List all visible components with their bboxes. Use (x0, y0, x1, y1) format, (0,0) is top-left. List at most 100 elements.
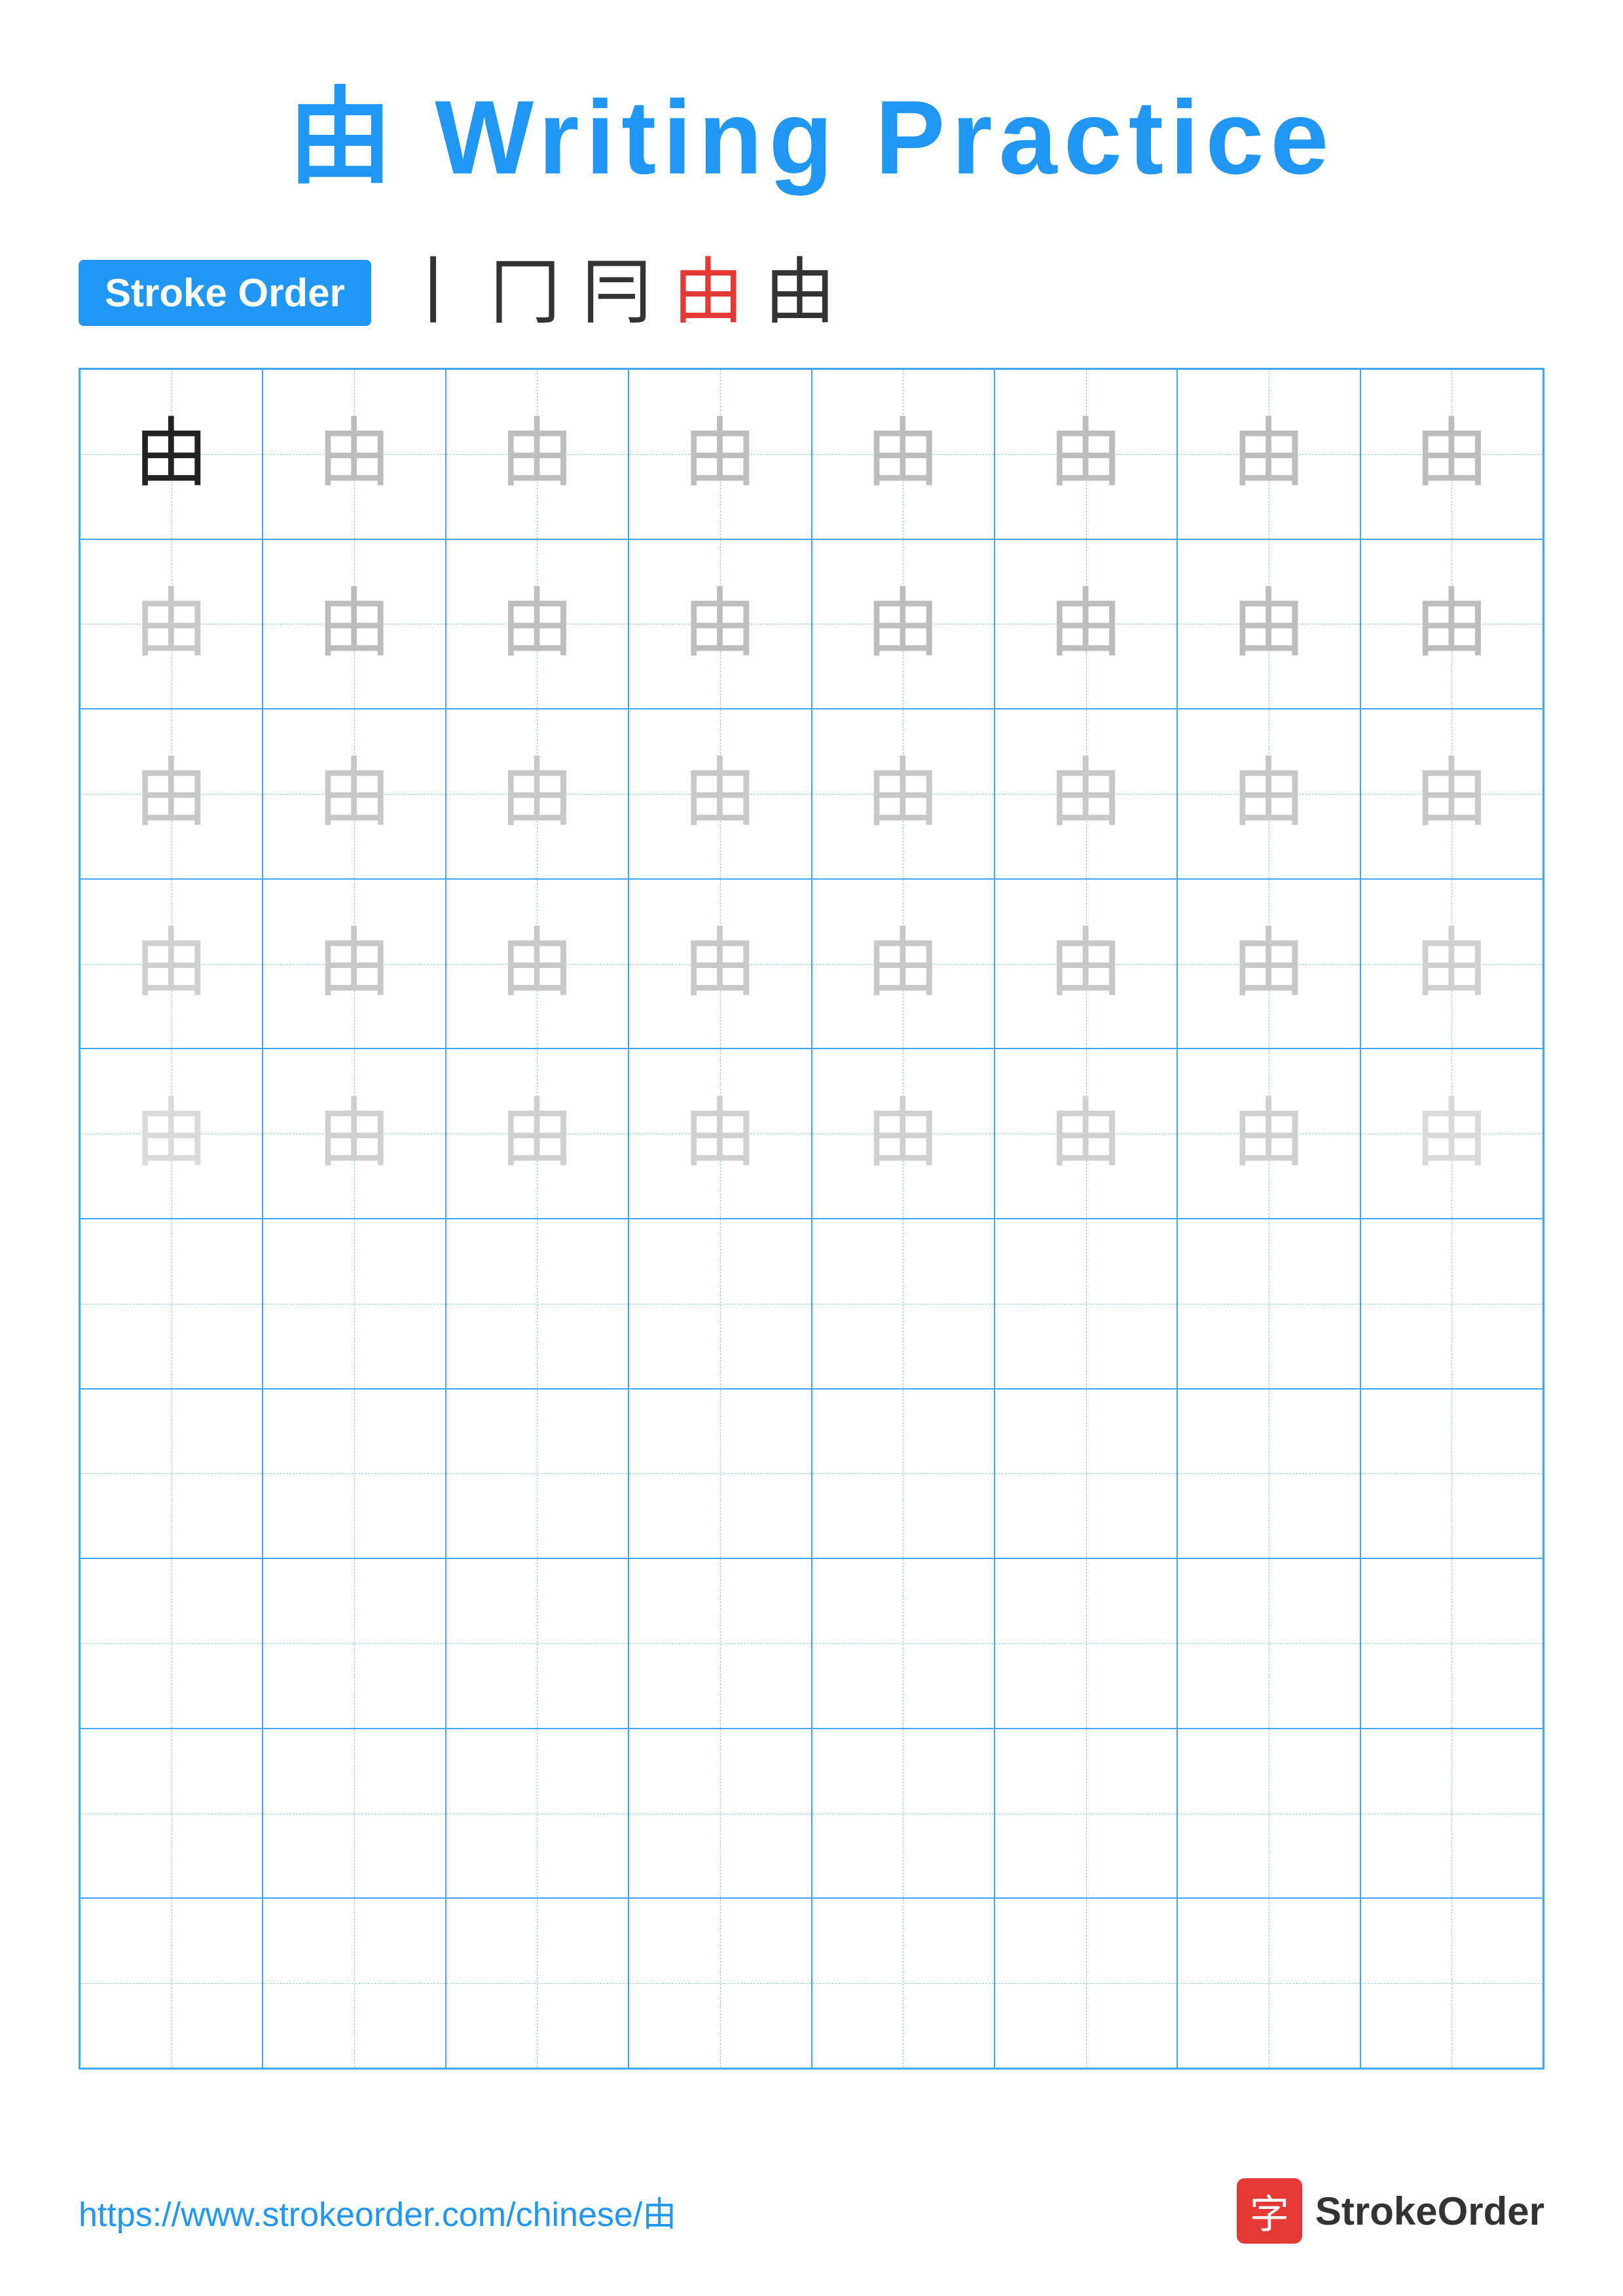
grid-cell-5-2[interactable] (446, 1219, 629, 1389)
grid-cell-1-6[interactable]: 由 (1177, 539, 1360, 709)
grid-cell-8-0[interactable] (80, 1729, 263, 1899)
stroke-2: 冂 (489, 257, 561, 329)
grid-cell-9-2[interactable] (446, 1898, 629, 2068)
grid-cell-8-1[interactable] (263, 1729, 445, 1899)
grid-cell-5-6[interactable] (1177, 1219, 1360, 1389)
grid-cell-2-7[interactable]: 由 (1360, 709, 1543, 879)
grid-cell-2-2[interactable]: 由 (446, 709, 629, 879)
grid-cell-9-5[interactable] (994, 1898, 1177, 2068)
grid-cell-7-6[interactable] (1177, 1558, 1360, 1729)
grid-cell-4-4[interactable]: 由 (812, 1049, 994, 1219)
grid-cell-6-5[interactable] (994, 1389, 1177, 1559)
cell-char-3-0: 由 (134, 926, 209, 1001)
grid-cell-9-6[interactable] (1177, 1898, 1360, 2068)
practice-grid: 由由由由由由由由由由由由由由由由由由由由由由由由由由由由由由由由由由由由由由由由 (79, 368, 1544, 2070)
page-title: 由 Writing Practice (79, 52, 1544, 204)
cell-char-0-6: 由 (1231, 416, 1306, 492)
grid-cell-3-2[interactable]: 由 (446, 879, 629, 1049)
grid-cell-3-7[interactable]: 由 (1360, 879, 1543, 1049)
cell-char-4-2: 由 (500, 1096, 575, 1172)
grid-cell-1-7[interactable]: 由 (1360, 539, 1543, 709)
grid-cell-9-1[interactable] (263, 1898, 445, 2068)
cell-char-1-7: 由 (1414, 586, 1489, 662)
grid-cell-4-7[interactable]: 由 (1360, 1049, 1543, 1219)
grid-cell-6-0[interactable] (80, 1389, 263, 1559)
grid-cell-0-4[interactable]: 由 (812, 369, 994, 539)
grid-cell-3-3[interactable]: 由 (629, 879, 811, 1049)
cell-char-2-4: 由 (866, 756, 941, 831)
grid-cell-0-7[interactable]: 由 (1360, 369, 1543, 539)
grid-cell-5-7[interactable] (1360, 1219, 1543, 1389)
grid-cell-2-0[interactable]: 由 (80, 709, 263, 879)
cell-char-4-3: 由 (682, 1096, 757, 1172)
grid-cell-1-3[interactable]: 由 (629, 539, 811, 709)
grid-cell-9-3[interactable] (629, 1898, 811, 2068)
grid-cell-0-5[interactable]: 由 (994, 369, 1177, 539)
grid-cell-2-6[interactable]: 由 (1177, 709, 1360, 879)
grid-cell-5-0[interactable] (80, 1219, 263, 1389)
grid-cell-3-5[interactable]: 由 (994, 879, 1177, 1049)
grid-cell-3-1[interactable]: 由 (263, 879, 445, 1049)
cell-char-2-1: 由 (317, 756, 392, 831)
grid-cell-6-2[interactable] (446, 1389, 629, 1559)
stroke-order-chars: 丨 冂 冃 由 由 (397, 257, 836, 329)
grid-cell-4-0[interactable]: 由 (80, 1049, 263, 1219)
grid-cell-4-3[interactable]: 由 (629, 1049, 811, 1219)
grid-cell-7-3[interactable] (629, 1558, 811, 1729)
grid-cell-6-3[interactable] (629, 1389, 811, 1559)
grid-cell-4-2[interactable]: 由 (446, 1049, 629, 1219)
grid-cell-8-4[interactable] (812, 1729, 994, 1899)
title-text: Writing Practice (435, 79, 1335, 196)
grid-cell-4-1[interactable]: 由 (263, 1049, 445, 1219)
grid-cell-1-2[interactable]: 由 (446, 539, 629, 709)
stroke-1: 丨 (397, 257, 469, 329)
grid-cell-2-3[interactable]: 由 (629, 709, 811, 879)
grid-cell-4-5[interactable]: 由 (994, 1049, 1177, 1219)
grid-cell-8-2[interactable] (446, 1729, 629, 1899)
grid-cell-3-4[interactable]: 由 (812, 879, 994, 1049)
cell-char-2-0: 由 (134, 756, 209, 831)
grid-cell-8-5[interactable] (994, 1729, 1177, 1899)
cell-char-0-5: 由 (1048, 416, 1123, 492)
footer-brand: 字 StrokeOrder (1237, 2178, 1544, 2244)
cell-char-0-0: 由 (134, 416, 209, 492)
grid-cell-0-6[interactable]: 由 (1177, 369, 1360, 539)
grid-cell-5-5[interactable] (994, 1219, 1177, 1389)
grid-cell-0-0[interactable]: 由 (80, 369, 263, 539)
grid-cell-9-7[interactable] (1360, 1898, 1543, 2068)
grid-cell-2-1[interactable]: 由 (263, 709, 445, 879)
grid-cell-7-0[interactable] (80, 1558, 263, 1729)
grid-cell-6-7[interactable] (1360, 1389, 1543, 1559)
cell-char-2-2: 由 (500, 756, 575, 831)
grid-cell-4-6[interactable]: 由 (1177, 1049, 1360, 1219)
grid-cell-8-7[interactable] (1360, 1729, 1543, 1899)
grid-cell-6-1[interactable] (263, 1389, 445, 1559)
grid-cell-0-1[interactable]: 由 (263, 369, 445, 539)
grid-cell-7-7[interactable] (1360, 1558, 1543, 1729)
grid-cell-8-3[interactable] (629, 1729, 811, 1899)
cell-char-0-4: 由 (866, 416, 941, 492)
grid-cell-2-4[interactable]: 由 (812, 709, 994, 879)
grid-cell-9-4[interactable] (812, 1898, 994, 2068)
grid-cell-2-5[interactable]: 由 (994, 709, 1177, 879)
grid-cell-3-0[interactable]: 由 (80, 879, 263, 1049)
grid-cell-6-6[interactable] (1177, 1389, 1360, 1559)
grid-cell-1-5[interactable]: 由 (994, 539, 1177, 709)
grid-cell-9-0[interactable] (80, 1898, 263, 2068)
grid-cell-1-1[interactable]: 由 (263, 539, 445, 709)
grid-cell-3-6[interactable]: 由 (1177, 879, 1360, 1049)
grid-cell-5-4[interactable] (812, 1219, 994, 1389)
grid-cell-7-4[interactable] (812, 1558, 994, 1729)
footer-url[interactable]: https://www.strokeorder.com/chinese/由 (79, 2187, 676, 2236)
grid-cell-5-1[interactable] (263, 1219, 445, 1389)
grid-cell-8-6[interactable] (1177, 1729, 1360, 1899)
grid-cell-0-3[interactable]: 由 (629, 369, 811, 539)
grid-cell-0-2[interactable]: 由 (446, 369, 629, 539)
grid-cell-7-1[interactable] (263, 1558, 445, 1729)
grid-cell-1-4[interactable]: 由 (812, 539, 994, 709)
grid-cell-7-2[interactable] (446, 1558, 629, 1729)
grid-cell-7-5[interactable] (994, 1558, 1177, 1729)
grid-cell-6-4[interactable] (812, 1389, 994, 1559)
grid-cell-5-3[interactable] (629, 1219, 811, 1389)
grid-cell-1-0[interactable]: 由 (80, 539, 263, 709)
